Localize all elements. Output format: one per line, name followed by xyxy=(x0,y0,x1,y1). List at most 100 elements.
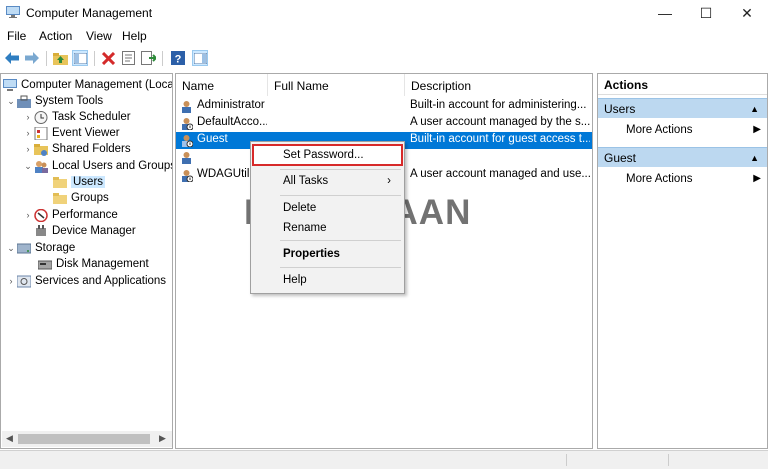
user-disabled-icon xyxy=(182,170,193,182)
table-row[interactable]: Administrator Built-in account for admin… xyxy=(176,98,592,115)
user-icon xyxy=(182,152,191,164)
close-button[interactable]: ✕ xyxy=(727,0,767,26)
performance-icon xyxy=(34,208,48,222)
actions-section-guest[interactable]: Guest ▲ xyxy=(598,147,767,167)
computer-icon xyxy=(3,78,17,92)
properties-button[interactable] xyxy=(120,50,136,66)
show-hide-action-pane-button[interactable] xyxy=(192,50,208,66)
scroll-left-icon[interactable]: ◀ xyxy=(6,433,13,444)
shared-folder-icon xyxy=(34,143,48,156)
more-actions-users[interactable]: More Actions ▶ xyxy=(598,121,767,139)
menu-item-help[interactable]: Help xyxy=(252,269,403,291)
chevron-right-icon: ▶ xyxy=(753,124,761,135)
user-disabled-icon xyxy=(182,135,193,147)
computer-management-icon xyxy=(6,6,20,18)
chevron-down-icon[interactable]: ⌄ xyxy=(5,243,17,254)
tree-item-computer-management[interactable]: Computer Management (Local xyxy=(3,77,172,93)
tree-item-storage[interactable]: ⌄ Storage xyxy=(5,240,75,256)
show-hide-tree-icon xyxy=(73,52,87,64)
chevron-right-icon: ▶ xyxy=(753,173,761,184)
forward-button[interactable] xyxy=(24,50,40,66)
help-button[interactable]: ? xyxy=(170,50,186,66)
tree-item-groups[interactable]: Groups xyxy=(53,190,109,206)
title-bar: Computer Management — ☐ ✕ xyxy=(0,0,768,26)
actions-header: Actions xyxy=(598,75,767,95)
scrollbar-thumb[interactable] xyxy=(18,434,150,444)
event-log-icon xyxy=(34,126,48,140)
chevron-right-icon: › xyxy=(387,175,391,187)
services-icon xyxy=(16,275,32,288)
collapse-icon[interactable]: ▲ xyxy=(750,148,759,169)
forward-icon xyxy=(25,52,39,64)
scroll-right-icon[interactable]: ▶ xyxy=(159,433,166,444)
actions-pane: Actions Users ▲ More Actions ▶ Guest ▲ M… xyxy=(597,73,768,449)
menu-item-delete[interactable]: Delete xyxy=(252,197,403,219)
table-row[interactable]: DefaultAcco... A user account managed by… xyxy=(176,115,592,132)
properties-icon xyxy=(121,51,135,65)
chevron-right-icon[interactable]: › xyxy=(22,144,34,154)
tree-item-task-scheduler[interactable]: › Task Scheduler xyxy=(22,109,131,125)
window-title: Computer Management xyxy=(26,6,153,20)
tree-horizontal-scrollbar[interactable]: ◀ ▶ xyxy=(2,431,172,447)
toolbox-icon xyxy=(17,95,31,108)
menu-action[interactable]: Action xyxy=(39,29,72,43)
menu-item-properties[interactable]: Properties xyxy=(252,243,403,265)
export-list-icon xyxy=(140,51,156,65)
chevron-right-icon[interactable]: › xyxy=(22,210,34,220)
user-disabled-icon xyxy=(182,118,193,130)
chevron-right-icon[interactable]: › xyxy=(22,112,34,122)
device-manager-icon xyxy=(34,224,48,238)
folder-icon xyxy=(53,192,67,205)
folder-icon xyxy=(53,176,67,189)
status-bar xyxy=(0,450,768,469)
chevron-down-icon[interactable]: ⌄ xyxy=(22,161,34,172)
tree-item-event-viewer[interactable]: › Event Viewer xyxy=(22,125,120,141)
collapse-icon[interactable]: ▲ xyxy=(750,99,759,120)
menu-bar: File Action View Help xyxy=(0,26,768,46)
column-header-description[interactable]: Description xyxy=(405,74,592,96)
maximize-button[interactable]: ☐ xyxy=(686,0,726,26)
export-list-button[interactable] xyxy=(140,50,156,66)
minimize-icon: — xyxy=(658,5,672,21)
tree-item-system-tools[interactable]: ⌄ System Tools xyxy=(5,93,103,109)
context-menu: Set Password... All Tasks › Delete Renam… xyxy=(250,141,405,294)
close-icon: ✕ xyxy=(741,4,753,21)
back-button[interactable] xyxy=(4,50,20,66)
actions-section-users[interactable]: Users ▲ xyxy=(598,98,767,118)
tree-item-users[interactable]: Users xyxy=(53,174,106,190)
tree-item-shared-folders[interactable]: › Shared Folders xyxy=(22,141,131,157)
chevron-right-icon[interactable]: › xyxy=(5,276,17,286)
menu-item-rename[interactable]: Rename xyxy=(252,217,403,239)
column-header-name[interactable]: Name xyxy=(176,74,268,96)
tree-item-performance[interactable]: › Performance xyxy=(22,207,118,223)
show-hide-action-pane-icon xyxy=(193,52,207,64)
maximize-icon: ☐ xyxy=(699,4,713,21)
tree-item-services-applications[interactable]: › Services and Applications xyxy=(5,273,166,289)
delete-button[interactable] xyxy=(100,50,116,66)
clock-icon xyxy=(34,110,48,124)
menu-view[interactable]: View xyxy=(86,29,112,43)
back-icon xyxy=(5,52,19,64)
tree-item-device-manager[interactable]: Device Manager xyxy=(34,223,136,239)
users-groups-icon xyxy=(34,160,48,173)
minimize-button[interactable]: — xyxy=(645,0,685,26)
up-folder-button[interactable] xyxy=(52,50,68,66)
chevron-right-icon[interactable]: › xyxy=(22,128,34,138)
chevron-down-icon[interactable]: ⌄ xyxy=(5,96,17,107)
storage-icon xyxy=(16,242,32,255)
svg-text:?: ? xyxy=(175,54,182,66)
show-hide-tree-button[interactable] xyxy=(72,50,88,66)
menu-file[interactable]: File xyxy=(7,29,26,43)
column-header-full-name[interactable]: Full Name xyxy=(268,74,405,96)
more-actions-guest[interactable]: More Actions ▶ xyxy=(598,170,767,188)
disk-icon xyxy=(37,258,53,271)
console-tree[interactable]: Computer Management (Local ⌄ System Tool… xyxy=(0,73,173,449)
toolbar: ? xyxy=(0,47,768,69)
tree-item-disk-management[interactable]: Disk Management xyxy=(37,256,149,272)
tree-item-local-users-groups[interactable]: ⌄ Local Users and Groups xyxy=(22,158,172,174)
delete-icon xyxy=(101,51,115,65)
menu-item-set-password[interactable]: Set Password... xyxy=(252,144,403,166)
menu-item-all-tasks[interactable]: All Tasks › xyxy=(252,170,403,192)
menu-help[interactable]: Help xyxy=(122,29,147,43)
up-folder-icon xyxy=(52,52,68,65)
